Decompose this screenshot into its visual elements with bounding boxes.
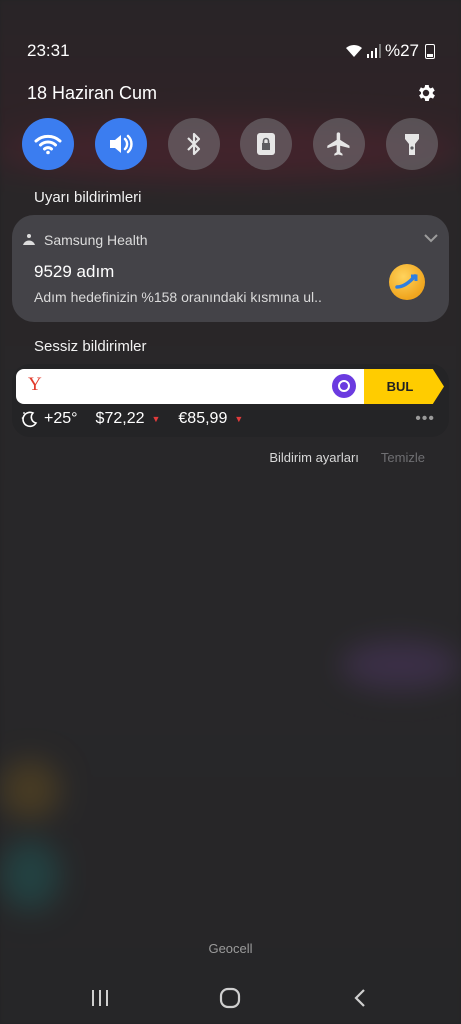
eur-value: €85,99 [178, 410, 228, 427]
bluetooth-icon [186, 132, 200, 156]
battery-percent: %27 [384, 41, 419, 60]
moon-icon [21, 411, 38, 428]
more-options-icon[interactable]: ••• [415, 410, 435, 428]
weather-item[interactable]: +25° [20, 409, 78, 429]
sound-toggle[interactable] [94, 118, 147, 170]
yandex-logo: Y [28, 374, 42, 395]
yandex-info-row: +25° $72,22 ▼ €85,99 ▼ [20, 409, 243, 429]
notification-app-row: Samsung Health [22, 232, 148, 248]
yandex-search-input[interactable]: Y [16, 369, 366, 404]
status-icons: %27 [345, 41, 435, 61]
notification-app-name: Samsung Health [44, 232, 148, 248]
back-button[interactable] [340, 986, 380, 1010]
rotation-lock-toggle[interactable] [240, 118, 293, 170]
date-row: 18 Haziran Cum [27, 80, 437, 106]
navigation-bar [0, 980, 461, 1016]
down-arrow-icon: ▼ [234, 414, 244, 424]
bluetooth-toggle[interactable] [167, 118, 220, 170]
notification-text: Adım hedefinizin %158 oranındaki kısmına… [34, 289, 322, 305]
status-bar: 23:31 %27 [27, 38, 435, 64]
airplane-toggle[interactable] [313, 118, 366, 170]
carrier-label: Geocell [208, 941, 253, 956]
cell-signal-icon [366, 44, 381, 58]
search-button[interactable]: BUL [364, 369, 444, 404]
wifi-icon [34, 134, 62, 155]
down-arrow-icon: ▼ [151, 414, 161, 424]
back-icon [354, 989, 365, 1007]
clock: 23:31 [27, 41, 70, 60]
alice-voice-icon[interactable] [332, 374, 356, 398]
wifi-toggle[interactable] [22, 118, 74, 170]
recent-apps-icon [92, 990, 108, 1006]
silent-section-label: Sessiz bildirimler [34, 338, 147, 355]
usd-rate[interactable]: $72,22 ▼ [96, 410, 161, 428]
quick-toggles [22, 118, 438, 172]
battery-icon [425, 43, 435, 59]
home-icon [219, 987, 241, 1009]
usd-value: $72,22 [95, 410, 145, 427]
weather-temp: +25° [44, 410, 78, 427]
gear-icon[interactable] [415, 82, 437, 104]
wifi-signal-icon [345, 44, 362, 57]
notification-actions: Bildirim ayarları Temizle [269, 450, 425, 465]
airplane-icon [327, 132, 350, 156]
clear-button[interactable]: Temizle [381, 450, 425, 465]
notification-settings-button[interactable]: Bildirim ayarları [269, 450, 359, 465]
date-text: 18 Haziran Cum [27, 82, 158, 103]
flashlight-toggle[interactable] [385, 118, 438, 170]
achievement-badge-icon [389, 264, 425, 300]
home-button[interactable] [210, 986, 250, 1010]
flashlight-icon [404, 134, 419, 155]
samsung-health-icon [23, 234, 35, 245]
speaker-icon [109, 134, 133, 154]
chevron-down-icon[interactable] [423, 233, 439, 243]
lock-icon [257, 133, 276, 155]
notification-title: 9529 adım [34, 262, 115, 281]
alerts-section-label: Uyarı bildirimleri [34, 189, 142, 206]
eur-rate[interactable]: €85,99 ▼ [178, 410, 243, 428]
recent-apps-button[interactable] [80, 986, 120, 1010]
